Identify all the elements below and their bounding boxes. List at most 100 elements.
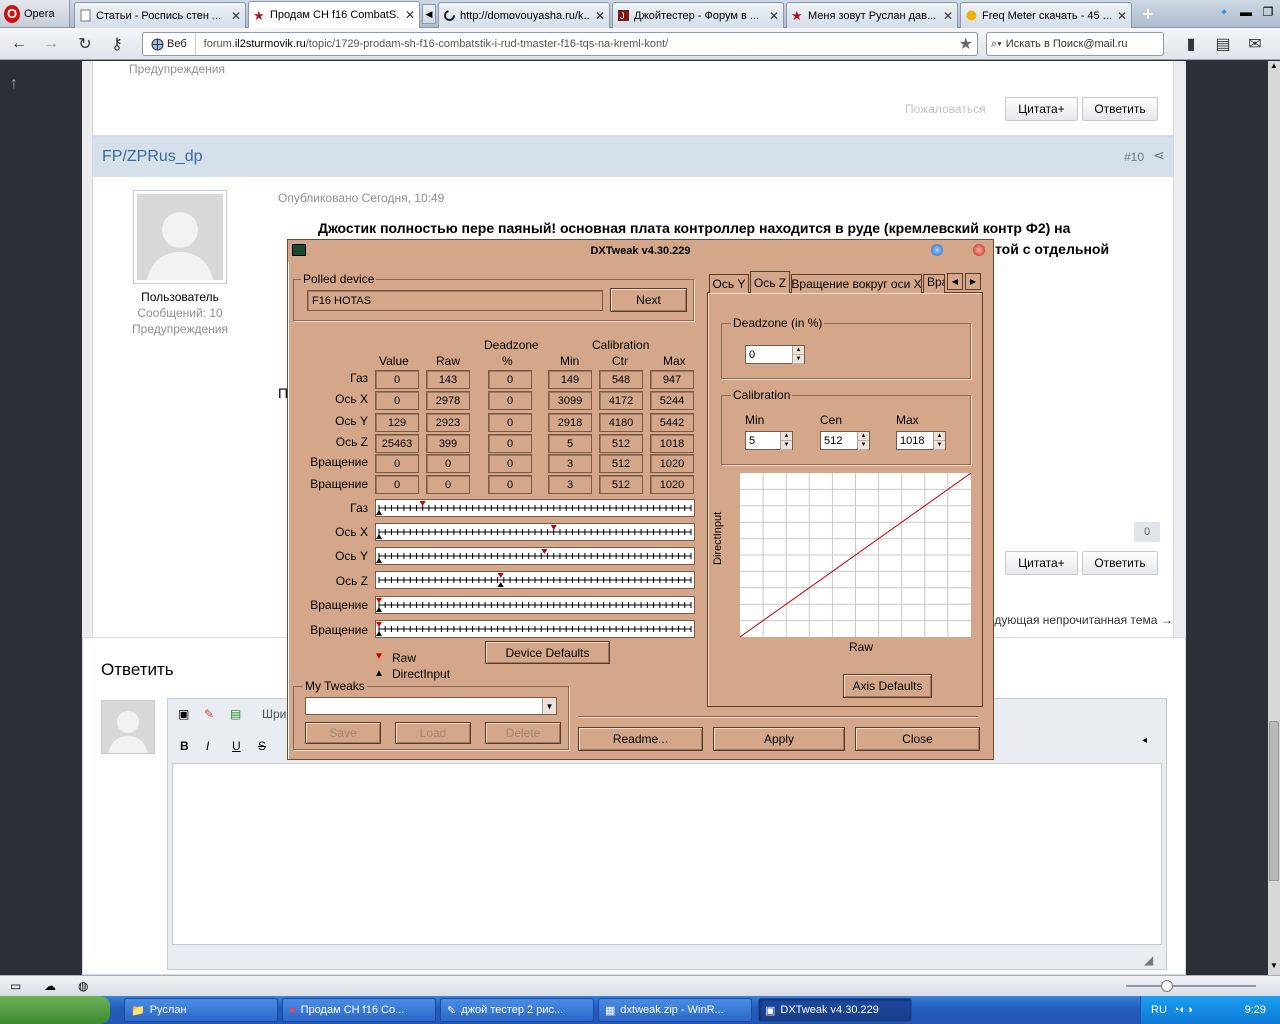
spin-buttons[interactable]: ▲ ▼ — [780, 431, 792, 450]
close-tab-icon[interactable]: ✕ — [405, 8, 415, 22]
underline-button[interactable]: U — [232, 739, 241, 753]
restore-button[interactable]: ❐ — [1258, 3, 1278, 21]
reply-textarea[interactable] — [172, 763, 1162, 945]
load-tweak-button[interactable]: Load — [395, 722, 471, 744]
template-icon[interactable]: ▤ — [230, 707, 241, 721]
my-tweaks-select[interactable]: ▼ — [305, 697, 557, 715]
cloud-icon[interactable]: ☁ — [44, 979, 56, 993]
search-field[interactable]: ⌕▾ Искать в Поиск@mail.ru — [986, 32, 1164, 56]
tab-0[interactable]: Статьи - Роспись стен ... ✕ — [74, 2, 246, 28]
next-unread-topic-link[interactable]: едующая непрочитанная тема → — [988, 613, 1173, 627]
opera-menu-button[interactable]: O Opera — [0, 0, 70, 27]
stats-icon[interactable]: ▮ — [1180, 34, 1202, 54]
close-tab-icon[interactable]: ✕ — [595, 9, 605, 23]
spin-buttons[interactable]: ▲ ▼ — [857, 431, 869, 450]
start-button[interactable] — [0, 996, 110, 1024]
cal-cen-spinner[interactable]: 512 ▲ ▼ — [820, 431, 870, 450]
device-defaults-button[interactable]: Device Defaults — [485, 641, 610, 664]
source-icon[interactable]: ▣ — [178, 707, 189, 721]
taskbar-item-active[interactable]: ▣ DXTweak v4.30.229 — [758, 998, 912, 1022]
tab-scroll-left-icon[interactable]: ◀ — [947, 273, 963, 290]
key-icon[interactable]: ⚷ — [106, 34, 128, 54]
reply-button[interactable]: Ответить — [1082, 551, 1158, 575]
minimize-orb-icon[interactable] — [931, 244, 943, 256]
avatar[interactable] — [133, 190, 227, 284]
scroll-up-icon[interactable]: ▲ — [1268, 61, 1280, 73]
speed-dial-icon[interactable]: ◍ — [78, 979, 88, 993]
new-tab-button[interactable]: + — [1138, 4, 1158, 24]
mail-icon[interactable]: ✉ — [1244, 34, 1266, 54]
bold-button[interactable]: B — [180, 739, 189, 753]
tab-5[interactable]: Freq Meter скачать - 45 ... ✕ — [960, 2, 1132, 28]
tab-scroll-right-icon[interactable]: ▶ — [965, 273, 981, 290]
resize-grip-icon[interactable]: ◢ — [1144, 953, 1153, 967]
quote-plus-button[interactable]: Цитата+ — [1005, 551, 1078, 575]
tray-icons[interactable]: ◔◐◑ — [1173, 1004, 1193, 1016]
taskbar-item[interactable]: ✎ джой тестер 2 рис... — [440, 998, 594, 1022]
tab-rotation-partial[interactable]: Вра — [923, 274, 945, 293]
share-icon[interactable]: ⋖ — [1153, 147, 1165, 164]
reputation-badge[interactable]: 0 — [1134, 522, 1160, 542]
collapse-toolbar-icon[interactable]: ◂ — [1142, 735, 1147, 746]
cal-min-spinner[interactable]: 5 ▲ ▼ — [745, 431, 793, 450]
taskbar-item[interactable]: 📁 Руслан — [124, 998, 278, 1022]
close-tab-icon[interactable]: ✕ — [1117, 9, 1127, 23]
language-indicator[interactable]: RU — [1151, 1004, 1167, 1016]
tab-1[interactable]: ★ Продам CH f16 CombatS... ✕ — [248, 1, 420, 28]
save-tweak-button[interactable]: Save — [305, 722, 381, 744]
axis-defaults-button[interactable]: Axis Defaults — [843, 674, 932, 698]
readme-button[interactable]: Readme... — [578, 727, 703, 751]
deadzone-spinner[interactable]: 0 ▲ ▼ — [745, 345, 805, 364]
close-tab-icon[interactable]: ✕ — [943, 9, 953, 23]
post-author-link[interactable]: FP/ZPRus_dp — [102, 148, 202, 166]
close-orb-icon[interactable] — [973, 244, 985, 256]
tab-2[interactable]: http://domovouyasha.ru/k... ✕ — [438, 2, 610, 28]
scroll-down-icon[interactable]: ▼ — [1268, 961, 1280, 973]
reply-button[interactable]: Ответить — [1082, 97, 1158, 121]
delete-tweak-button[interactable]: Delete — [485, 722, 561, 744]
tab-scroll-left-button[interactable]: ◀ — [422, 4, 436, 24]
directinput-marker — [376, 607, 382, 612]
close-tab-icon[interactable]: ✕ — [231, 9, 241, 23]
tab-3[interactable]: J Джойтестер - Форум в ... ✕ — [612, 2, 784, 28]
minimize-button[interactable]: ▬ — [1236, 3, 1256, 21]
taskbar-item[interactable]: ● Продам CH f16 Co... — [282, 998, 436, 1022]
zoom-slider-thumb[interactable] — [1161, 980, 1173, 992]
apply-button[interactable]: Apply — [713, 727, 845, 751]
font-select[interactable]: Шри — [262, 707, 286, 721]
page-scrollbar[interactable]: ▲ ▼ — [1268, 61, 1280, 975]
spin-buttons[interactable]: ▲ ▼ — [933, 431, 945, 450]
tab-rotation-x[interactable]: Вращение вокруг оси X — [791, 274, 922, 293]
warnings-link[interactable]: Предупреждения — [93, 322, 267, 336]
quote-plus-button[interactable]: Цитата+ — [1005, 97, 1078, 121]
reload-button[interactable]: ↻ — [74, 34, 96, 54]
next-device-button[interactable]: Next — [610, 288, 687, 312]
post-number[interactable]: #10 — [1124, 150, 1144, 164]
eraser-icon[interactable]: ✎ — [204, 707, 214, 721]
cal-max-spinner[interactable]: 1018 ▲ ▼ — [896, 431, 946, 450]
report-link[interactable]: Пожаловаться — [905, 102, 986, 116]
strike-button[interactable]: S — [258, 739, 266, 753]
tab-4[interactable]: ★ Меня зовут Руслан дав... ✕ — [786, 2, 958, 28]
web-badge[interactable]: Веб — [143, 33, 196, 55]
panel-toggle-icon[interactable]: ▭ — [10, 979, 21, 993]
tab-axis-z[interactable]: Ось Z — [750, 271, 790, 293]
warnings-link[interactable]: Предупреждения — [129, 62, 225, 76]
forward-button[interactable]: → — [40, 34, 62, 54]
dxtweak-titlebar[interactable]: DXTweak v4.30.229 — [288, 240, 993, 262]
zoom-slider[interactable] — [1126, 985, 1256, 987]
url-text[interactable]: forum.il2sturmovik.ru/topic/1729-prodam-… — [196, 38, 959, 50]
notes-icon[interactable]: ▤ — [1212, 34, 1234, 54]
bookmark-star-icon[interactable]: ★ — [959, 34, 977, 54]
dropdown-arrow-icon[interactable]: ▼ — [542, 698, 556, 714]
italic-button[interactable]: I — [206, 739, 209, 753]
back-button[interactable]: ← — [8, 34, 30, 54]
taskbar-item[interactable]: ▦ dxtweak.zip - WinR... — [598, 998, 752, 1022]
spin-buttons[interactable]: ▲ ▼ — [792, 345, 804, 364]
close-button[interactable]: Close — [855, 727, 980, 751]
address-bar[interactable]: Веб forum.il2sturmovik.ru/topic/1729-pro… — [142, 32, 978, 56]
tab-axis-y[interactable]: Ось Y — [709, 274, 749, 293]
close-tab-icon[interactable]: ✕ — [769, 9, 779, 23]
up-arrow-icon[interactable]: ↑ — [10, 75, 18, 93]
scrollbar-thumb[interactable] — [1269, 721, 1279, 881]
